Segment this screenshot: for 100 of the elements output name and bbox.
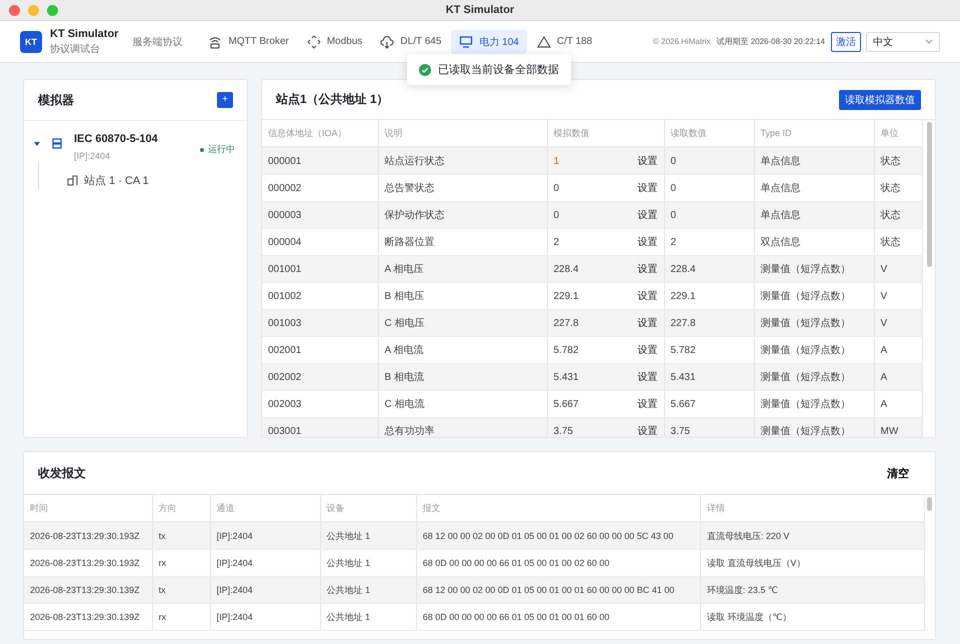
cloud-icon [380,34,394,48]
set-button[interactable]: 设置 [638,343,658,357]
scrollbar[interactable] [927,497,932,511]
nav-group-label: 服务端协议 [132,36,182,48]
app-logo: KT [20,30,42,52]
table-cell: 228.4 [664,256,754,282]
table-cell: tx [152,522,210,550]
table-cell: 2026-08-23T13:29:30.193Z [24,522,152,550]
set-button[interactable]: 设置 [638,370,658,384]
table-cell: tx [152,576,210,604]
table-cell: [IP]:2404 [210,604,320,630]
set-button[interactable]: 设置 [638,154,658,168]
column-header: Type ID [754,120,874,147]
table-cell: 3.75 [664,418,754,437]
table-cell: [IP]:2404 [210,576,320,604]
simulated-value: 229.1 [554,290,579,302]
table-cell: 002002 [262,364,378,390]
nav-tab[interactable]: 电力 104 [451,30,527,54]
column-header: 单位 [874,120,922,147]
nav-tab[interactable]: C/T 188 [528,30,600,54]
table-cell: 测量值（短浮点数） [754,364,874,390]
nav-tab[interactable]: MQTT Broker [200,30,297,54]
app-name: KT Simulator [50,28,118,40]
close-button[interactable] [9,4,20,16]
table-cell: 68 0D 00 00 00 00 66 01 05 00 01 00 01 60 00 [416,604,700,630]
column-header: 详情 [700,495,924,522]
simulated-value: 228.4 [554,264,579,274]
caret-icon[interactable] [34,142,40,146]
table-cell: V [874,310,922,336]
zoom-button[interactable] [47,4,58,16]
table-cell: 0 [664,147,754,174]
add-button[interactable]: + [217,92,233,108]
simulated-value: 227.8 [554,318,579,328]
device-name[interactable]: IEC 60870-5-104 [74,133,194,145]
table-cell: MW [874,418,922,437]
panel-title: 站点1（公共地址 1） [276,91,389,108]
simulated-value: 3.75 [554,426,573,436]
server-icon [52,138,62,149]
set-button[interactable]: 设置 [638,181,658,195]
table-cell: 68 12 00 00 02 00 0D 01 05 00 01 00 02 60 00 00 00 5C 43 00 [416,522,700,550]
building-icon [67,174,78,186]
clear-button[interactable]: 清空 [875,466,921,480]
set-button[interactable]: 设置 [638,316,658,330]
table-cell: A 相电压 [378,256,547,282]
language-select[interactable]: 中文 [866,32,940,52]
chevron-down-icon [925,39,933,44]
station-item[interactable]: 站点 1 · CA 1 [84,172,149,188]
success-icon [419,64,431,76]
table-cell: 测量值（短浮点数） [754,310,874,336]
toast-message: 已读取当前设备全部数据 [438,62,559,77]
copyright-text: © 2026 HiMatrix [653,37,710,46]
table-cell: 001003 [262,310,378,336]
table-cell: 直流母线电压: 220 V [700,522,924,550]
table-cell: 状态 [874,202,922,228]
simulated-value: 2 [554,236,560,248]
read-values-button[interactable]: 读取模拟器数值 [839,90,921,110]
scrollbar[interactable] [927,122,932,267]
set-button[interactable]: 设置 [638,424,658,437]
set-button[interactable]: 设置 [638,262,658,276]
table-cell: 保护动作状态 [378,202,547,228]
window-title: KT Simulator [446,4,514,16]
simulated-value: 1 [554,156,560,166]
activate-button[interactable]: 激活 [831,32,861,52]
panel-title: 模拟器 [38,92,74,108]
set-button[interactable]: 设置 [638,235,658,249]
column-header: 设备 [320,495,416,522]
column-header: 方向 [152,495,210,522]
table-cell: B 相电流 [378,364,547,390]
simulated-value: 5.782 [554,344,579,356]
table-cell: V [874,256,922,282]
simulated-value: 5.431 [554,372,579,382]
column-header: 时间 [24,495,152,522]
set-button[interactable]: 设置 [638,208,658,222]
table-cell: 000003 [262,202,378,228]
panel-title: 收发报文 [38,464,86,482]
set-button[interactable]: 设置 [638,289,658,303]
table-cell: 001001 [262,256,378,282]
table-cell: 单点信息 [754,147,874,174]
triangle-icon [536,34,551,48]
table-cell: 0 [664,202,754,228]
table-cell: 2026-08-23T13:29:30.139Z [24,576,152,604]
table-cell: 000001 [262,147,378,174]
simulated-value: 0 [554,210,560,220]
table-cell: 读取 环境温度（℃） [700,604,924,630]
table-cell: 测量值（短浮点数） [754,418,874,437]
nav-tab[interactable]: DL/T 645 [372,30,450,54]
table-cell: 公共地址 1 [320,522,416,550]
table-cell: 2026-08-23T13:29:30.139Z [24,604,152,630]
table-cell: 站点运行状态 [378,147,547,174]
table-cell: 环境温度: 23.5 ℃ [700,576,924,604]
table-cell: 测量值（短浮点数） [754,256,874,282]
set-button[interactable]: 设置 [638,397,658,411]
table-cell: 68 12 00 00 02 00 0D 01 05 00 01 00 01 60 00 00 00 BC 41 00 [416,576,700,604]
nav-tab[interactable]: Modbus [298,30,370,54]
column-header: 报文 [416,495,700,522]
table-cell: [IP]:2404 [210,522,320,550]
minimize-button[interactable] [28,4,39,16]
table-cell: 状态 [874,147,922,174]
table-cell: A [874,364,922,390]
device-address: [IP]:2404 [74,151,112,161]
